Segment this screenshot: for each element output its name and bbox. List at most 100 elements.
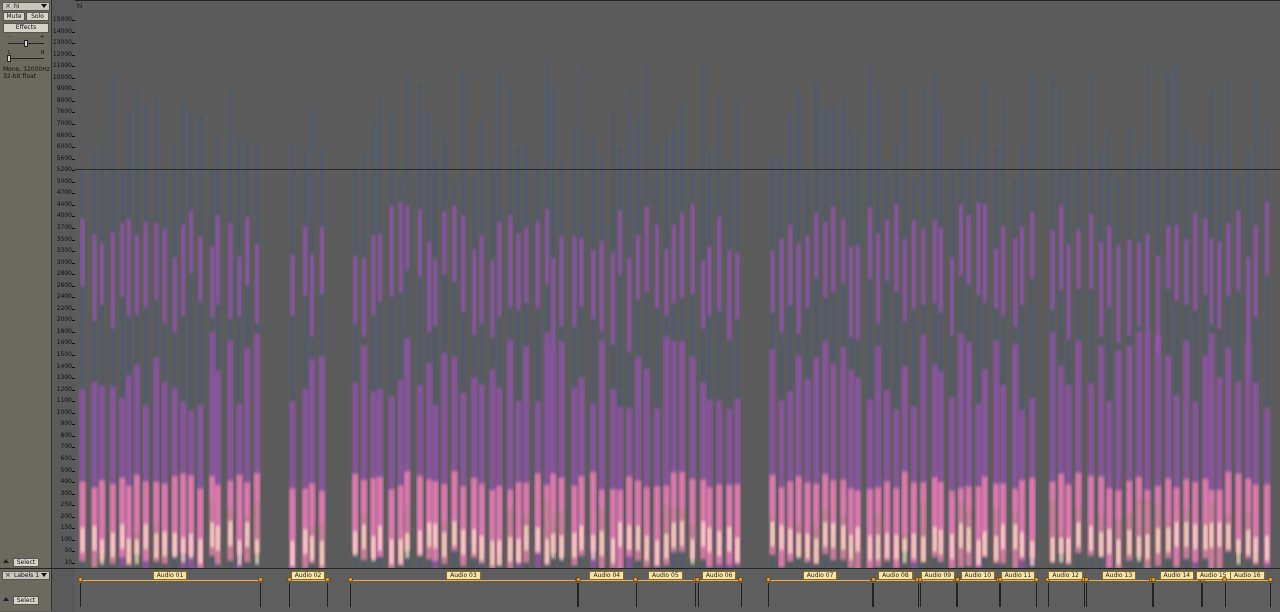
track-header[interactable]: × hi (2, 2, 50, 11)
clip-name[interactable]: hi (77, 3, 82, 10)
gain-min-label: - (9, 34, 11, 40)
label-boundary-handle[interactable] (954, 577, 960, 582)
label-text[interactable]: Audio 06 (701, 571, 737, 580)
label-boundary-line (260, 583, 262, 607)
gain-max-label: + (40, 34, 45, 40)
label-range-line[interactable] (80, 580, 261, 581)
label-boundary-handle[interactable] (324, 577, 330, 582)
solo-button[interactable]: Solo (26, 12, 49, 21)
label-range-line[interactable] (873, 580, 918, 581)
frequency-tick-label: 250 (60, 501, 72, 509)
label-boundary-handle[interactable] (575, 577, 581, 582)
label-range-line[interactable] (1086, 580, 1152, 581)
frequency-tick-label: 2400 (56, 293, 72, 301)
label-range-line[interactable] (697, 580, 741, 581)
frequency-tick-label: 400 (60, 478, 72, 486)
label-track-menu-arrow-icon[interactable] (41, 573, 47, 577)
label-range-line[interactable] (1224, 580, 1271, 581)
label-text[interactable]: Audio 05 (648, 571, 683, 580)
label-range-line[interactable] (768, 580, 873, 581)
label-track[interactable]: Audio 01 Audio 02 Audio 03 Audio 04 Audio 05… (75, 568, 1280, 612)
frequency-tick-label: 3300 (56, 247, 72, 255)
label-text[interactable]: Audio 03 (446, 571, 481, 580)
label-range-line[interactable] (350, 580, 578, 581)
label-boundary-handle[interactable] (633, 577, 639, 582)
label-text[interactable]: Audio 02 (290, 571, 326, 580)
select-label-track-button[interactable]: Select (13, 596, 39, 605)
close-track-icon[interactable]: × (5, 2, 11, 10)
label-boundary-line (917, 583, 919, 607)
frequency-tick-label: 1600 (56, 339, 72, 347)
frequency-tick-label: 3500 (56, 235, 72, 243)
spectrogram-guide-line (75, 169, 1280, 170)
mute-button[interactable]: Mute (3, 12, 25, 21)
label-text[interactable]: Audio 09 (920, 571, 956, 580)
frequency-tick-label: 2000 (56, 316, 72, 324)
label-text[interactable]: Audio 12 (1048, 571, 1083, 580)
collapse-label-track-icon[interactable] (3, 597, 9, 601)
track-name[interactable]: hi (14, 3, 19, 10)
label-boundary-line (635, 583, 637, 607)
label-range-line[interactable] (635, 580, 696, 581)
label-boundary-handle[interactable] (1267, 577, 1273, 582)
label-boundary-handle[interactable] (765, 577, 771, 582)
label-track-panel: × Labels 1 Select (0, 568, 52, 611)
gain-slider-thumb[interactable] (24, 40, 28, 47)
label-range-line[interactable] (920, 580, 956, 581)
close-label-track-icon[interactable]: × (5, 571, 11, 579)
label-range-line[interactable] (289, 580, 328, 581)
spectrogram-view[interactable]: hi (75, 0, 1280, 569)
frequency-tick-label: 5600 (56, 154, 72, 162)
frequency-ruler[interactable]: 15000 14000 13000 12000 11000 10000 9000 8000 76… (52, 0, 76, 568)
label-range-line[interactable] (1000, 580, 1036, 581)
label-text[interactable]: Audio 13 (1101, 571, 1137, 580)
label-range-line[interactable] (1153, 580, 1201, 581)
frequency-tick-label: 6000 (56, 143, 72, 151)
collapse-track-icon[interactable] (3, 559, 9, 563)
pan-slider-track[interactable] (8, 58, 44, 59)
label-boundary-handle[interactable] (1083, 577, 1089, 582)
label-text[interactable]: Audio 10 (960, 571, 996, 580)
label-boundary-line (1153, 583, 1155, 607)
label-boundary-line (578, 583, 580, 607)
label-text[interactable]: Audio 07 (802, 571, 838, 580)
label-range-line[interactable] (1047, 580, 1084, 581)
pan-slider-thumb[interactable] (7, 55, 11, 62)
track-control-panel: × hi Mute Solo Effects - + L R Mono, 320… (0, 0, 52, 568)
effects-button[interactable]: Effects (3, 23, 49, 33)
label-boundary-line (1083, 583, 1085, 607)
label-range-line[interactable] (957, 580, 999, 581)
label-boundary-line (920, 583, 922, 607)
label-boundary-handle[interactable] (1150, 577, 1156, 582)
frequency-tick-label: 9000 (56, 85, 72, 93)
label-range-line[interactable] (578, 580, 636, 581)
select-track-button[interactable]: Select (13, 558, 39, 567)
frequency-tick-label: 1200 (56, 385, 72, 393)
label-text[interactable]: Audio 08 (878, 571, 913, 580)
label-boundary-handle[interactable] (347, 577, 353, 582)
label-boundary-line (1047, 583, 1049, 607)
frequency-tick-label: 900 (60, 420, 72, 428)
frequency-tick-label: 4000 (56, 212, 72, 220)
track-format-info: Mono, 32000Hz (3, 66, 50, 73)
label-text[interactable]: Audio 01 (152, 571, 188, 580)
label-boundary-handle[interactable] (695, 577, 701, 582)
frequency-tick-label: 50 (64, 547, 72, 555)
frequency-tick-label: 15000 (52, 16, 72, 23)
label-text[interactable]: Audio 16 (1230, 571, 1265, 580)
frequency-tick-label: 4700 (56, 189, 72, 197)
label-text[interactable]: Audio 14 (1159, 571, 1195, 580)
label-track-name[interactable]: Labels 1 (14, 572, 39, 579)
label-track-header[interactable]: × Labels 1 (2, 571, 50, 580)
label-boundary-handle[interactable] (77, 577, 83, 582)
label-boundary-handle[interactable] (738, 577, 744, 582)
label-boundary-handle[interactable] (1222, 577, 1228, 582)
frequency-tick-label: 12000 (52, 50, 72, 58)
label-boundary-handle[interactable] (257, 577, 263, 582)
label-boundary-line (327, 583, 329, 607)
track-menu-arrow-icon[interactable] (41, 4, 47, 8)
label-text[interactable]: Audio 11 (1000, 571, 1036, 580)
label-boundary-handle[interactable] (870, 577, 876, 582)
label-boundary-line (1224, 583, 1226, 607)
label-text[interactable]: Audio 04 (589, 571, 625, 580)
